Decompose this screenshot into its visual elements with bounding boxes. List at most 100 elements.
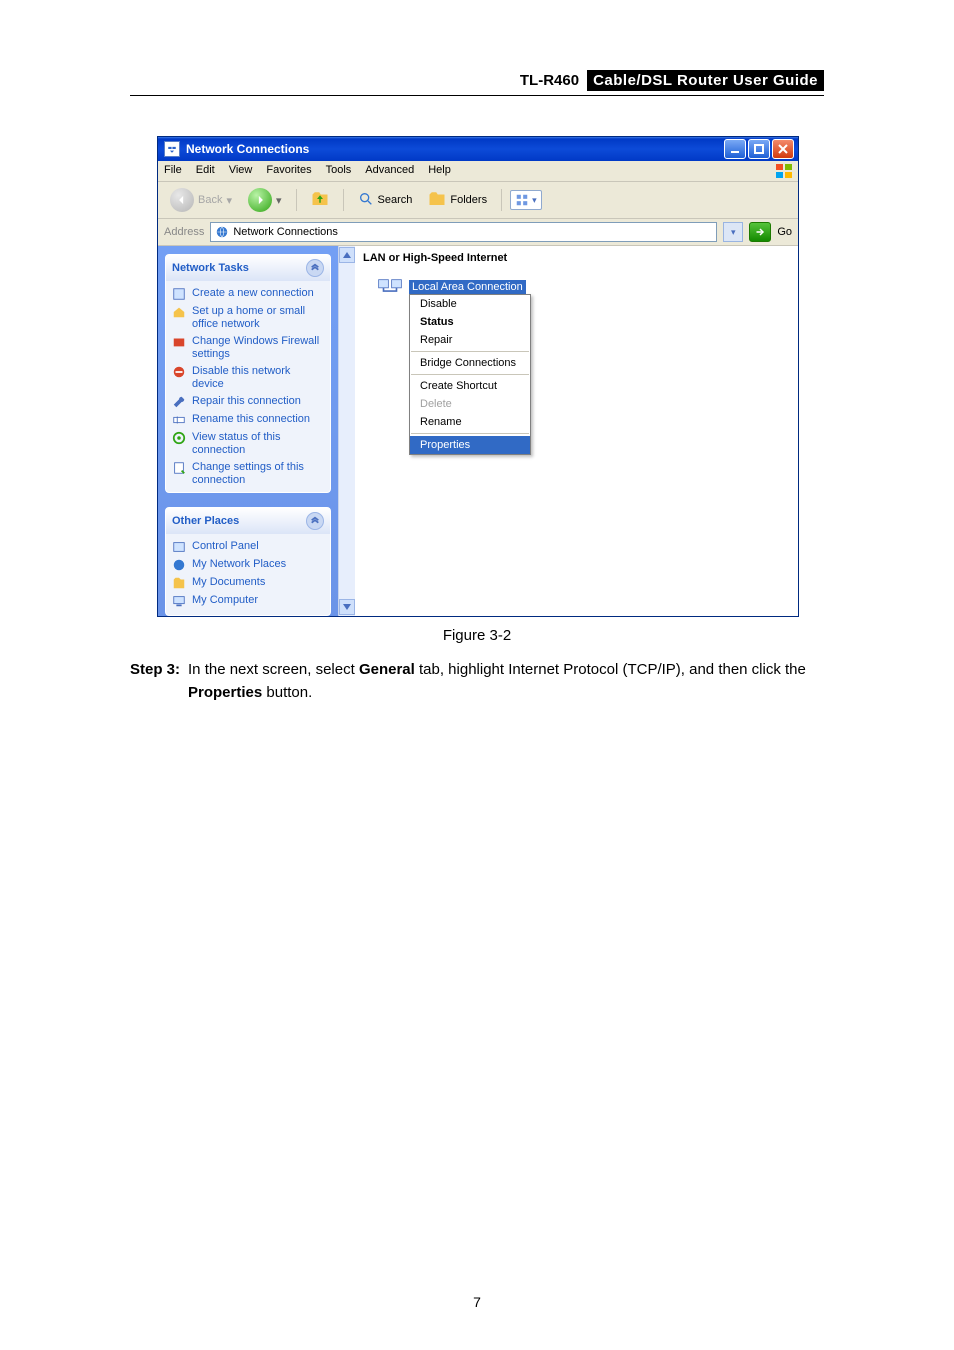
firewall-icon xyxy=(172,335,186,349)
title-bar: Network Connections xyxy=(158,137,798,161)
menu-file[interactable]: File xyxy=(164,164,182,178)
documents-icon xyxy=(172,576,186,590)
toolbar-separator xyxy=(343,189,344,211)
other-my-computer[interactable]: My Computer xyxy=(172,594,324,608)
main-listing: LAN or High-Speed Internet Local Area Co… xyxy=(355,246,798,616)
control-panel-icon xyxy=(172,540,186,554)
menu-view[interactable]: View xyxy=(229,164,253,178)
step-text-part: tab, highlight Internet Protocol (TCP/IP… xyxy=(415,661,806,678)
maximize-button[interactable] xyxy=(748,139,770,159)
panel-title: Other Places xyxy=(172,515,239,527)
menu-separator xyxy=(411,433,529,434)
address-bar: Address Network Connections ▾ Go xyxy=(158,219,798,246)
other-places-panel: Other Places Control Panel My Network Pl… xyxy=(165,507,331,617)
menu-tools[interactable]: Tools xyxy=(326,164,352,178)
folders-icon xyxy=(428,190,446,211)
back-label: Back xyxy=(198,194,222,206)
back-button[interactable]: Back ▾ xyxy=(164,186,238,214)
sidepane-scrollbar[interactable] xyxy=(338,246,355,616)
task-rename[interactable]: Rename this connection xyxy=(172,413,324,427)
window-buttons xyxy=(724,139,794,159)
forward-icon xyxy=(248,188,272,212)
content-area: Network Tasks Create a new connection Se… xyxy=(158,246,798,616)
address-dropdown-button[interactable]: ▾ xyxy=(723,222,743,242)
other-places-body: Control Panel My Network Places My Docum… xyxy=(166,534,330,617)
arrow-right-icon xyxy=(754,226,766,238)
ctx-disable[interactable]: Disable xyxy=(410,295,530,313)
go-label: Go xyxy=(777,226,792,238)
other-control-panel[interactable]: Control Panel xyxy=(172,540,324,554)
item-label: Local Area Connection xyxy=(409,280,526,294)
search-icon xyxy=(358,191,374,210)
task-firewall[interactable]: Change Windows Firewall settings xyxy=(172,335,324,361)
other-my-documents[interactable]: My Documents xyxy=(172,576,324,590)
menu-separator xyxy=(411,374,529,375)
scroll-up-button[interactable] xyxy=(339,247,355,263)
ctx-rename[interactable]: Rename xyxy=(410,413,530,431)
network-places-icon xyxy=(172,558,186,572)
step-3: Step 3: In the next screen, select Gener… xyxy=(130,658,824,705)
toolbar-separator xyxy=(501,189,502,211)
toolbar: Back ▾ ▾ xyxy=(158,182,798,219)
network-tasks-header[interactable]: Network Tasks xyxy=(166,255,330,281)
address-field[interactable]: Network Connections xyxy=(210,222,717,242)
collapse-button[interactable] xyxy=(306,259,324,277)
up-button[interactable] xyxy=(305,188,335,213)
search-label: Search xyxy=(378,194,413,206)
scroll-down-button[interactable] xyxy=(339,599,355,615)
step-text: In the next screen, select General tab, … xyxy=(188,658,824,705)
step-bold-general: General xyxy=(359,661,415,678)
folder-up-icon xyxy=(311,190,329,211)
close-button[interactable] xyxy=(772,139,794,159)
context-menu: Disable Status Repair Bridge Connections… xyxy=(409,294,531,455)
collapse-button[interactable] xyxy=(306,512,324,530)
disable-icon xyxy=(172,365,186,379)
ctx-properties[interactable]: Properties xyxy=(410,436,530,454)
toolbar-separator xyxy=(296,189,297,211)
wrench-icon xyxy=(172,395,186,409)
my-computer-icon xyxy=(172,594,186,608)
local-area-connection-item[interactable]: Local Area Connection Disable Status Rep… xyxy=(377,276,526,298)
menu-help[interactable]: Help xyxy=(428,164,451,178)
network-tasks-body: Create a new connection Set up a home or… xyxy=(166,281,330,493)
window-title: Network Connections xyxy=(186,142,724,156)
other-places-header[interactable]: Other Places xyxy=(166,508,330,534)
ctx-repair[interactable]: Repair xyxy=(410,331,530,349)
lan-icon xyxy=(377,276,403,298)
other-network-places[interactable]: My Network Places xyxy=(172,558,324,572)
task-settings[interactable]: Change settings of this connection xyxy=(172,461,324,487)
header-rule xyxy=(130,95,824,96)
ctx-bridge[interactable]: Bridge Connections xyxy=(410,354,530,372)
task-repair[interactable]: Repair this connection xyxy=(172,395,324,409)
folders-label: Folders xyxy=(450,194,487,206)
menu-favorites[interactable]: Favorites xyxy=(266,164,311,178)
folders-button[interactable]: Folders xyxy=(422,188,493,213)
chevron-down-icon: ▾ xyxy=(532,195,537,206)
go-button[interactable] xyxy=(749,222,771,242)
menu-separator xyxy=(411,351,529,352)
network-tasks-panel: Network Tasks Create a new connection Se… xyxy=(165,254,331,493)
figure-caption: Figure 3-2 xyxy=(130,627,824,644)
views-button[interactable]: ▾ xyxy=(510,190,542,210)
back-icon xyxy=(170,188,194,212)
guide-title: Cable/DSL Router User Guide xyxy=(587,70,824,91)
ctx-status[interactable]: Status xyxy=(410,313,530,331)
menu-edit[interactable]: Edit xyxy=(196,164,215,178)
settings-icon xyxy=(172,461,186,475)
chevron-down-icon: ▾ xyxy=(731,227,736,238)
search-button[interactable]: Search xyxy=(352,189,419,212)
menu-bar: File Edit View Favorites Tools Advanced … xyxy=(158,161,798,182)
chevron-down-icon: ▾ xyxy=(276,194,282,207)
minimize-button[interactable] xyxy=(724,139,746,159)
task-disable-device[interactable]: Disable this network device xyxy=(172,365,324,391)
task-setup-network[interactable]: Set up a home or small office network xyxy=(172,305,324,331)
status-icon xyxy=(172,431,186,445)
address-label: Address xyxy=(164,226,204,238)
ctx-shortcut[interactable]: Create Shortcut xyxy=(410,377,530,395)
task-status[interactable]: View status of this connection xyxy=(172,431,324,457)
home-network-icon xyxy=(172,305,186,319)
menu-advanced[interactable]: Advanced xyxy=(365,164,414,178)
rename-icon xyxy=(172,413,186,427)
task-create-connection[interactable]: Create a new connection xyxy=(172,287,324,301)
forward-button[interactable]: ▾ xyxy=(242,186,288,214)
